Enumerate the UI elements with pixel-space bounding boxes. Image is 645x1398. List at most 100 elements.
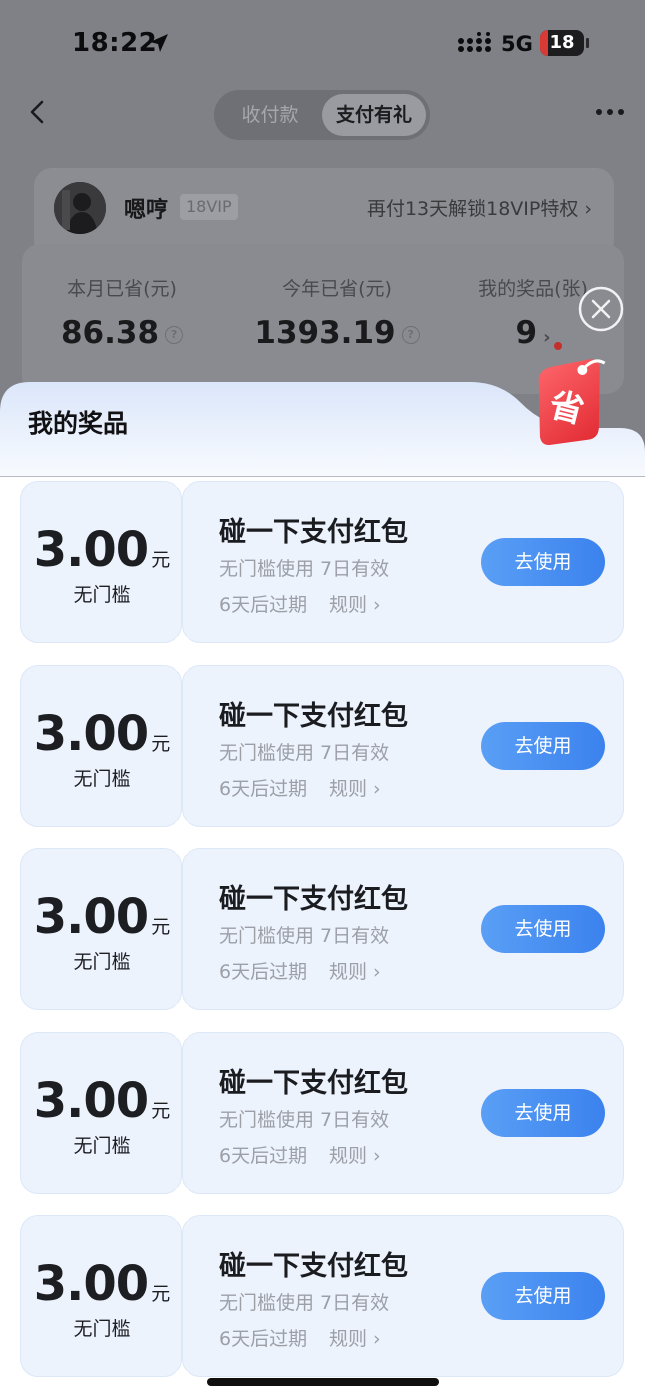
coupon-rules-link[interactable]: 规则 › xyxy=(329,774,381,801)
coupon-rules-link[interactable]: 规则 › xyxy=(329,1141,381,1168)
coupon-expire: 6天后过期 xyxy=(219,778,308,800)
coupon-amount: 3.00 xyxy=(33,706,149,762)
coupon-unit: 元 xyxy=(151,733,171,755)
coupon-notch xyxy=(174,1024,190,1040)
coupon-notch xyxy=(174,1369,190,1385)
battery-level-text: 18 xyxy=(549,32,575,53)
coupon-card: 3.00 元 无门槛 碰一下支付红包 无门槛使用 7日有效 6天后过期 规则 › … xyxy=(20,477,624,651)
more-icon[interactable] xyxy=(594,104,626,120)
coupon-info-panel: 碰一下支付红包 无门槛使用 7日有效 6天后过期 规则 › 去使用 xyxy=(182,848,624,1010)
coupon-threshold: 无门槛 xyxy=(73,951,131,973)
stat-value-text: 9 xyxy=(515,315,538,351)
coupon-notch xyxy=(174,635,190,651)
signal-icon xyxy=(458,32,491,52)
stat-value: 1393.19? xyxy=(252,315,422,351)
use-coupon-button[interactable]: 去使用 xyxy=(481,1272,605,1320)
coupon-threshold: 无门槛 xyxy=(73,584,131,606)
avatar-image xyxy=(54,182,106,234)
coupon-expire: 6天后过期 xyxy=(219,1328,308,1350)
coupon-amount-row: 3.00 元 xyxy=(21,889,183,945)
question-icon[interactable]: ? xyxy=(165,325,184,344)
coupon-card: 3.00 元 无门槛 碰一下支付红包 无门槛使用 7日有效 6天后过期 规则 › … xyxy=(20,840,624,1018)
coupon-rules-link[interactable]: 规则 › xyxy=(329,590,381,617)
coupon-title: 碰一下支付红包 xyxy=(219,884,408,915)
coupon-expire: 6天后过期 xyxy=(219,594,308,616)
coupon-notch xyxy=(174,1186,190,1202)
coupon-title: 碰一下支付红包 xyxy=(219,701,408,732)
prizes-sheet: 我的奖品 3.00 元 无门槛 碰一下支付红包 无门槛使用 7日有效 6天后过期 … xyxy=(0,382,645,1398)
coupon-card: 3.00 元 无门槛 碰一下支付红包 无门槛使用 7日有效 6天后过期 规则 › … xyxy=(20,1207,624,1385)
home-indicator xyxy=(207,1378,439,1386)
stat-year-saved: 今年已省(元) 1393.19? xyxy=(252,274,422,351)
coupon-amount-row: 3.00 元 xyxy=(21,706,183,762)
coupon-amount-panel: 3.00 元 无门槛 xyxy=(20,848,182,1010)
coupon-notch xyxy=(174,1207,190,1223)
coupon-amount-panel: 3.00 元 无门槛 xyxy=(20,481,182,643)
coupon-amount: 3.00 xyxy=(33,522,149,578)
notification-dot xyxy=(554,342,562,350)
avatar[interactable] xyxy=(54,182,106,234)
battery-tip xyxy=(586,38,589,48)
coupon-notch xyxy=(174,1002,190,1018)
coupon-unit: 元 xyxy=(151,1283,171,1305)
coupon-amount-panel: 3.00 元 无门槛 xyxy=(20,1215,182,1377)
coupon-desc: 无门槛使用 7日有效 xyxy=(219,1292,390,1314)
coupon-rules-link[interactable]: 规则 › xyxy=(329,1324,381,1351)
coupon-notch xyxy=(174,657,190,673)
stat-value: 86.38? xyxy=(52,315,192,351)
use-coupon-button[interactable]: 去使用 xyxy=(481,1089,605,1137)
coupon-info-panel: 碰一下支付红包 无门槛使用 7日有效 6天后过期 规则 › 去使用 xyxy=(182,481,624,643)
chevron-right-icon: › xyxy=(543,327,551,348)
coupon-card: 3.00 元 无门槛 碰一下支付红包 无门槛使用 7日有效 6天后过期 规则 › … xyxy=(20,1024,624,1202)
coupon-info-panel: 碰一下支付红包 无门槛使用 7日有效 6天后过期 规则 › 去使用 xyxy=(182,665,624,827)
use-coupon-button[interactable]: 去使用 xyxy=(481,538,605,586)
tag-icon: 省 xyxy=(538,359,606,445)
use-coupon-button[interactable]: 去使用 xyxy=(481,722,605,770)
coupon-list: 3.00 元 无门槛 碰一下支付红包 无门槛使用 7日有效 6天后过期 规则 › … xyxy=(0,477,645,1398)
location-arrow-icon xyxy=(150,34,168,52)
tab-switcher: 收付款 支付有礼 xyxy=(214,90,430,140)
sheet-title: 我的奖品 xyxy=(28,409,129,438)
coupon-notch xyxy=(174,840,190,856)
coupon-amount-row: 3.00 元 xyxy=(21,1073,183,1129)
network-type: 5G xyxy=(501,32,533,56)
coupon-title: 碰一下支付红包 xyxy=(219,1251,408,1282)
stat-value-text: 86.38 xyxy=(60,315,160,351)
coupon-unit: 元 xyxy=(151,549,171,571)
coupon-amount: 3.00 xyxy=(33,889,149,945)
coupon-title: 碰一下支付红包 xyxy=(219,517,408,548)
stat-label: 今年已省(元) xyxy=(282,278,392,300)
coupon-amount: 3.00 xyxy=(33,1256,149,1312)
status-time: 18:22 xyxy=(72,28,158,58)
user-name: 嗯哼 xyxy=(124,198,169,223)
status-bar: 18:22 5G 18 xyxy=(0,0,645,88)
vip-badge: 18VIP xyxy=(180,194,238,220)
coupon-info-panel: 碰一下支付红包 无门槛使用 7日有效 6天后过期 规则 › 去使用 xyxy=(182,1215,624,1377)
close-button[interactable] xyxy=(578,286,624,332)
coupon-expire: 6天后过期 xyxy=(219,961,308,983)
stat-value-text: 1393.19 xyxy=(254,315,396,351)
coupon-amount-row: 3.00 元 xyxy=(21,522,183,578)
coupon-desc: 无门槛使用 7日有效 xyxy=(219,558,390,580)
coupon-threshold: 无门槛 xyxy=(73,1318,131,1340)
coupon-expire: 6天后过期 xyxy=(219,1145,308,1167)
tab-pay-rewards[interactable]: 支付有礼 xyxy=(322,94,426,136)
coupon-title: 碰一下支付红包 xyxy=(219,1068,408,1099)
coupon-notch xyxy=(174,819,190,835)
vip-unlock-link[interactable]: 再付13天解锁18VIP特权 › xyxy=(367,194,592,221)
coupon-amount-row: 3.00 元 xyxy=(21,1256,183,1312)
coupon-amount-panel: 3.00 元 无门槛 xyxy=(20,1032,182,1194)
coupon-desc: 无门槛使用 7日有效 xyxy=(219,1109,390,1131)
tab-receive-pay[interactable]: 收付款 xyxy=(220,94,320,136)
coupon-amount: 3.00 xyxy=(33,1073,149,1129)
coupon-desc: 无门槛使用 7日有效 xyxy=(219,742,390,764)
question-icon[interactable]: ? xyxy=(401,325,420,344)
coupon-info-panel: 碰一下支付红包 无门槛使用 7日有效 6天后过期 规则 › 去使用 xyxy=(182,1032,624,1194)
coupon-desc: 无门槛使用 7日有效 xyxy=(219,925,390,947)
coupon-rules-link[interactable]: 规则 › xyxy=(329,957,381,984)
coupon-amount-panel: 3.00 元 无门槛 xyxy=(20,665,182,827)
stat-month-saved: 本月已省(元) 86.38? xyxy=(52,274,192,351)
back-icon[interactable] xyxy=(24,96,52,128)
coupon-unit: 元 xyxy=(151,916,171,938)
use-coupon-button[interactable]: 去使用 xyxy=(481,905,605,953)
